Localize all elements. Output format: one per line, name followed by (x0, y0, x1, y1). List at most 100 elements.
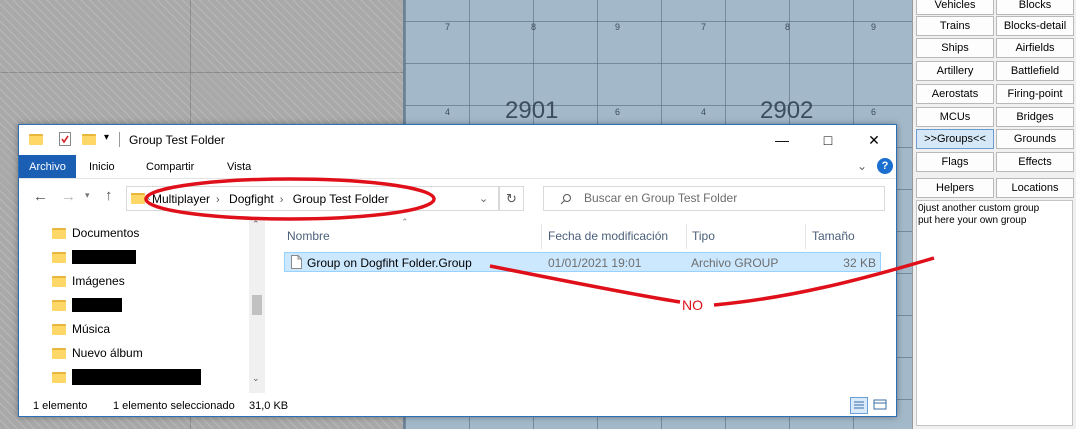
chevron-down-icon[interactable]: ⌄ (479, 192, 488, 205)
artillery-button[interactable]: Artillery (916, 61, 994, 81)
grid-sector-label: 2901 (505, 97, 559, 124)
blocks-button[interactable]: Blocks (996, 0, 1074, 15)
tab-compartir[interactable]: Compartir (146, 155, 194, 178)
nav-item-documentos[interactable]: Documentos (52, 223, 139, 243)
sort-indicator-icon: ⌃ (401, 217, 409, 227)
airfields-button[interactable]: Airfields (996, 38, 1074, 58)
bridges-button[interactable]: Bridges (996, 107, 1074, 127)
tab-vista[interactable]: Vista (227, 155, 251, 178)
search-icon (560, 194, 571, 205)
maximize-icon[interactable]: □ (805, 125, 851, 155)
column-header-date[interactable]: Fecha de modificación (548, 229, 668, 243)
search-box[interactable] (543, 186, 885, 211)
folder-icon (52, 299, 66, 311)
grid-number: 4 (445, 107, 451, 117)
minimize-icon[interactable]: — (759, 125, 805, 155)
grid-number: 9 (615, 22, 621, 32)
file-name: Group on Dogfiht Folder.Group (307, 256, 472, 270)
redaction-bar (72, 250, 136, 264)
breadcrumb-dogfight[interactable]: Dogfight (229, 192, 274, 206)
folder-icon (52, 371, 66, 383)
blocks-detail-button[interactable]: Blocks-detail (996, 16, 1074, 36)
details-view-icon[interactable] (850, 397, 868, 414)
back-arrow-icon[interactable]: ← (33, 188, 48, 205)
forward-arrow-icon[interactable]: → (61, 188, 76, 205)
title-bar[interactable]: ▾ Group Test Folder — □ ✕ (19, 125, 896, 155)
help-icon[interactable]: ? (877, 158, 893, 174)
refresh-icon[interactable]: ↻ (499, 186, 524, 211)
status-selected: 1 elemento seleccionado (113, 400, 235, 412)
column-divider[interactable] (805, 224, 806, 249)
grid-number: 9 (871, 22, 877, 32)
flags-button[interactable]: Flags (916, 152, 994, 172)
nav-item-redacted[interactable] (52, 247, 136, 267)
file-list: ⌃ Nombre Fecha de modificación Tipo Tama… (281, 217, 881, 393)
nav-item-redacted[interactable] (52, 367, 201, 387)
window-title: Group Test Folder (129, 133, 225, 147)
nav-item-label: Música (72, 322, 111, 336)
column-divider[interactable] (686, 224, 687, 249)
nav-scrollbar[interactable]: ⌃ ⌄ (249, 217, 265, 393)
up-arrow-icon[interactable]: ↑ (105, 187, 113, 204)
scroll-down-icon[interactable]: ⌄ (252, 373, 260, 384)
firing-point-button[interactable]: Firing-point (996, 84, 1074, 104)
grid-number: 4 (701, 107, 707, 117)
navigation-bar: ← → ▾ ↑ ‹ Multiplayer › Dogfight › Group T… (19, 179, 896, 216)
ships-button[interactable]: Ships (916, 38, 994, 58)
folder-icon (52, 227, 66, 239)
grid-number: 7 (701, 22, 707, 32)
breadcrumb-group-test-folder[interactable]: Group Test Folder (293, 192, 389, 206)
status-size: 31,0 KB (249, 400, 289, 412)
breadcrumb-multiplayer[interactable]: Multiplayer (152, 192, 210, 206)
column-header-size[interactable]: Tamaño (812, 229, 855, 243)
chevron-right-icon: › (216, 194, 220, 206)
locations-button[interactable]: Locations (996, 178, 1074, 198)
grid-number: 8 (785, 22, 791, 32)
battlefield-button[interactable]: Battlefield (996, 61, 1074, 81)
close-icon[interactable]: ✕ (851, 125, 897, 155)
properties-icon[interactable] (59, 132, 71, 146)
file-row[interactable]: Group on Dogfiht Folder.Group 01/01/2021… (284, 252, 881, 272)
scrollbar-thumb[interactable] (252, 295, 262, 315)
large-icons-view-icon[interactable] (872, 397, 890, 414)
mcus-button[interactable]: MCUs (916, 107, 994, 127)
grounds-button[interactable]: Grounds (996, 129, 1074, 149)
effects-button[interactable]: Effects (996, 152, 1074, 172)
group-description-box[interactable]: 0just another custom group put here your… (916, 200, 1073, 426)
vehicles-button[interactable]: Vehicles (916, 0, 994, 15)
folder-icon (29, 134, 43, 145)
explorer-window: ▾ Group Test Folder — □ ✕ Archivo Inicio… (18, 124, 897, 417)
scroll-up-icon[interactable]: ⌃ (252, 219, 260, 230)
column-header-type[interactable]: Tipo (692, 229, 715, 243)
grid-number: 6 (871, 107, 877, 117)
nav-item-musica[interactable]: Música (52, 319, 110, 339)
aerostats-button[interactable]: Aerostats (916, 84, 994, 104)
nav-item-imagenes[interactable]: Imágenes (52, 271, 125, 291)
tab-archivo[interactable]: Archivo (19, 155, 76, 178)
redaction-bar (72, 298, 122, 312)
tab-inicio[interactable]: Inicio (89, 155, 115, 178)
search-input[interactable] (584, 191, 874, 205)
trains-button[interactable]: Trains (916, 16, 994, 36)
groups-button[interactable]: >>Groups<< (916, 129, 994, 149)
status-bar: 1 elemento 1 elemento seleccionado 31,0 … (19, 395, 896, 417)
folder-icon (52, 251, 66, 263)
chevron-right-icon: ‹ (147, 192, 151, 204)
folder-icon (52, 347, 66, 359)
status-item-count: 1 elemento (33, 400, 88, 412)
file-size: 32 KB (843, 256, 876, 270)
nav-item-nuevo-album[interactable]: Nuevo álbum (52, 343, 143, 363)
ribbon-tabs: Archivo Inicio Compartir Vista ⌄ ? (19, 155, 896, 179)
helpers-button[interactable]: Helpers (916, 178, 994, 198)
column-header-name[interactable]: Nombre (287, 229, 330, 243)
quick-access-dropdown-icon[interactable]: ▾ (104, 132, 109, 143)
recent-locations-icon[interactable]: ▾ (85, 190, 90, 201)
chevron-right-icon: › (279, 194, 284, 206)
address-bar[interactable]: ‹ Multiplayer › Dogfight › Group Test Fold… (126, 186, 499, 211)
ribbon-expand-icon[interactable]: ⌄ (857, 159, 867, 173)
navigation-pane: Documentos Imágenes Música Nuevo álbum ⌃… (19, 217, 265, 393)
column-divider[interactable] (541, 224, 542, 249)
nav-item-redacted[interactable] (52, 295, 122, 315)
folder-icon (131, 193, 145, 204)
new-folder-icon[interactable] (82, 134, 96, 145)
